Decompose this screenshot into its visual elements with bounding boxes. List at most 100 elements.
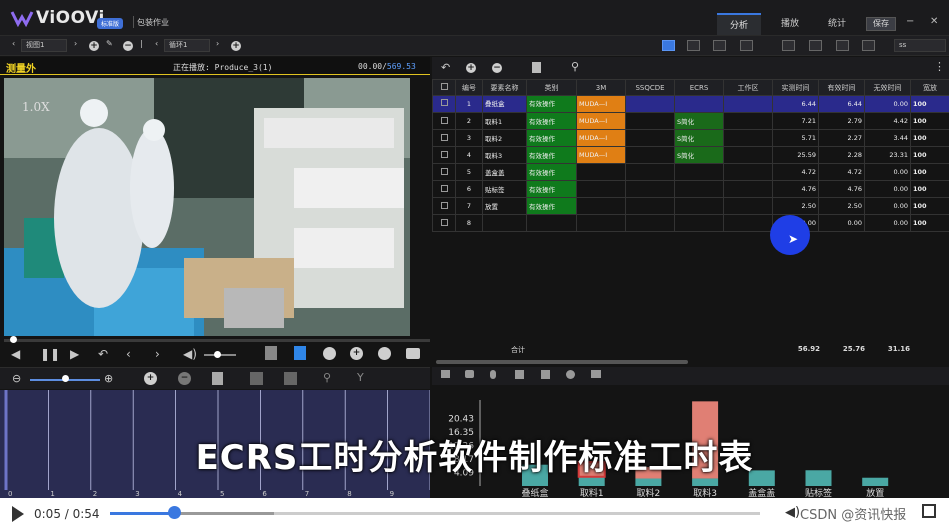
valid-time-cell[interactable]: 2.79 (818, 112, 865, 130)
row-checkbox[interactable] (432, 214, 456, 232)
chart-folder-icon[interactable] (591, 370, 601, 378)
ecrs-cell[interactable] (674, 214, 724, 232)
3m-cell[interactable] (576, 163, 626, 181)
row-number[interactable]: 8 (455, 214, 483, 232)
trash-icon[interactable] (212, 372, 223, 385)
delete-row-icon[interactable] (532, 62, 541, 73)
loop-select[interactable]: 循环1 (164, 39, 210, 52)
scrollbar-thumb[interactable] (436, 360, 688, 364)
ecrs-cell[interactable]: S简化 (674, 129, 724, 147)
3m-cell[interactable]: MUDA—I (576, 129, 626, 147)
invalid-time-cell[interactable]: 0.00 (864, 180, 911, 198)
category-cell[interactable]: 有效操作 (526, 180, 577, 198)
volume-icon[interactable]: ◀) (183, 347, 197, 361)
valid-time-cell[interactable]: 2.50 (818, 197, 865, 215)
category-cell[interactable]: 有效操作 (526, 146, 577, 164)
ssqcde-cell[interactable] (625, 95, 675, 113)
layout-side-icon[interactable] (713, 40, 726, 51)
row-number[interactable]: 5 (455, 163, 483, 181)
back-icon[interactable]: ↶ (441, 61, 450, 74)
3m-cell[interactable]: MUDA—I (576, 146, 626, 164)
allowance-cell[interactable]: 100 (910, 146, 949, 164)
work-area-cell[interactable] (723, 214, 773, 232)
table-row[interactable]: 2 取料1 有效操作 MUDA—I S简化 7.21 2.79 4.42 100 (432, 112, 949, 130)
category-cell[interactable]: 有效操作 (526, 197, 577, 215)
fullscreen-icon[interactable] (922, 504, 936, 518)
invalid-time-cell[interactable]: 23.31 (864, 146, 911, 164)
element-name[interactable]: 叠纸盒 (482, 95, 527, 113)
prev-loop-icon[interactable]: ‹ (155, 39, 158, 48)
layout-single-icon[interactable] (740, 40, 753, 51)
document-icon[interactable] (265, 346, 277, 360)
measured-time-cell[interactable]: 4.72 (772, 163, 819, 181)
work-area-cell[interactable] (723, 129, 773, 147)
list-icon[interactable] (836, 40, 849, 51)
element-name[interactable]: 取料1 (482, 112, 527, 130)
volume-icon[interactable]: ◀) (785, 505, 800, 520)
layout-split-icon[interactable] (662, 40, 675, 51)
layout-grid-icon[interactable] (687, 40, 700, 51)
play-icon[interactable] (12, 506, 24, 522)
table-row[interactable]: 8 0.00 0.00 0.00 100 (432, 214, 949, 232)
person-icon[interactable]: ⚲ (323, 371, 331, 384)
ssqcde-cell[interactable] (625, 197, 675, 215)
add-row-icon[interactable]: + (466, 63, 476, 73)
invalid-time-cell[interactable]: 4.42 (864, 112, 911, 130)
work-area-cell[interactable] (723, 197, 773, 215)
allowance-cell[interactable]: 100 (910, 95, 949, 113)
volume-knob[interactable] (214, 351, 221, 358)
timeline-zoom-knob[interactable] (62, 375, 69, 382)
play-icon[interactable]: ▶ (70, 347, 79, 361)
element-name[interactable]: 贴标签 (482, 180, 527, 198)
table-row[interactable]: 4 取料3 有效操作 MUDA—I S简化 25.59 2.28 23.31 100 (432, 146, 949, 164)
ssqcde-cell[interactable] (625, 129, 675, 147)
allowance-cell[interactable]: 100 (910, 163, 949, 181)
category-cell[interactable] (526, 214, 577, 232)
edit-icon[interactable]: ✎ (106, 39, 113, 48)
allowance-cell[interactable]: 100 (910, 197, 949, 215)
element-name[interactable]: 取料2 (482, 129, 527, 147)
valid-time-bar[interactable] (692, 478, 719, 486)
invalid-time-cell[interactable]: 0.00 (864, 163, 911, 181)
3m-cell[interactable]: MUDA—I (576, 112, 626, 130)
text-icon[interactable] (294, 346, 306, 360)
valid-time-cell[interactable]: 2.27 (818, 129, 865, 147)
allowance-cell[interactable]: 100 (910, 112, 949, 130)
tab-play[interactable]: 播放 (768, 13, 812, 35)
3m-cell[interactable] (576, 197, 626, 215)
element-name[interactable] (482, 214, 527, 232)
ssqcde-cell[interactable] (625, 112, 675, 130)
allowance-cell[interactable]: 100 (910, 129, 949, 147)
valid-time-cell[interactable]: 6.44 (818, 95, 865, 113)
measured-time-cell[interactable]: 7.21 (772, 112, 819, 130)
work-area-cell[interactable] (723, 146, 773, 164)
measured-time-cell[interactable]: 5.71 (772, 129, 819, 147)
chart-camera-icon[interactable] (465, 370, 474, 378)
add-view-icon[interactable]: + (89, 41, 99, 51)
category-cell[interactable]: 有效操作 (526, 129, 577, 147)
measured-time-cell[interactable]: 2.50 (772, 197, 819, 215)
chart-edit-icon[interactable] (541, 370, 550, 379)
chart-mic-icon[interactable] (490, 370, 496, 379)
allowance-cell[interactable]: 100 (910, 214, 949, 232)
snapshot-icon[interactable] (406, 348, 420, 359)
allowance-cell[interactable]: 100 (910, 180, 949, 198)
measured-time-cell[interactable]: 6.44 (772, 95, 819, 113)
valid-time-cell[interactable]: 0.00 (818, 214, 865, 232)
chart-pie-icon[interactable] (566, 370, 575, 379)
chart-layout-icon[interactable] (441, 370, 450, 378)
row-number[interactable]: 6 (455, 180, 483, 198)
remove-view-icon[interactable]: − (123, 41, 133, 51)
add-icon[interactable]: + (350, 347, 363, 360)
valid-time-cell[interactable]: 4.76 (818, 180, 865, 198)
prev-frame-icon[interactable]: ‹ (126, 347, 131, 361)
ecrs-cell[interactable] (674, 180, 724, 198)
row-number[interactable]: 4 (455, 146, 483, 164)
pause-icon[interactable]: ❚❚ (40, 347, 60, 361)
skip-back-icon[interactable]: ◀ (11, 347, 20, 361)
table-row[interactable]: 5 盖盒盖 有效操作 4.72 4.72 0.00 100 (432, 163, 949, 181)
video-frame[interactable] (4, 78, 410, 336)
valid-time-cell[interactable]: 4.72 (818, 163, 865, 181)
next-view-icon[interactable]: › (74, 39, 77, 48)
video-progress-track[interactable] (4, 339, 430, 342)
